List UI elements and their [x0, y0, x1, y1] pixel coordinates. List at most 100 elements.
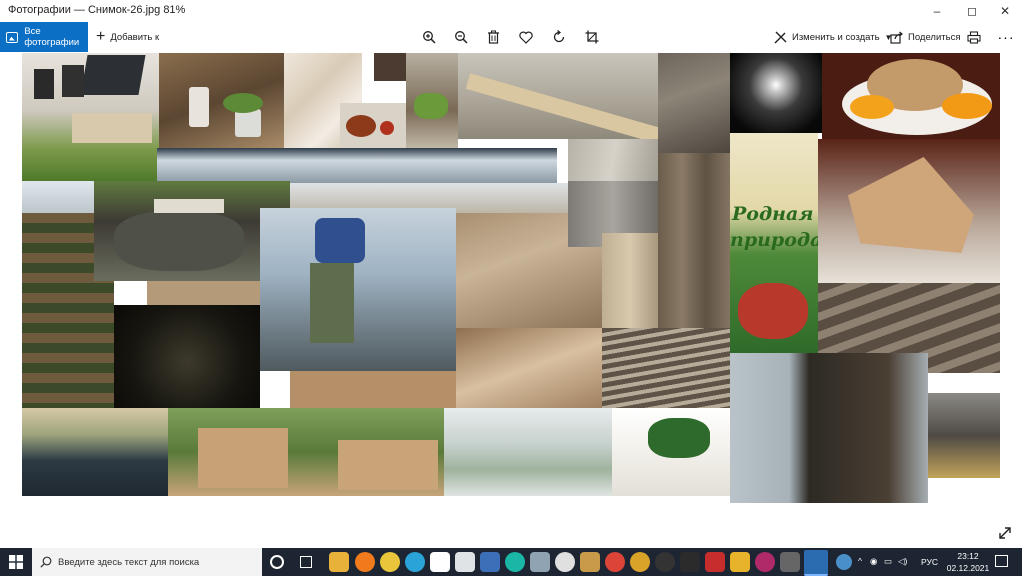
photo-roof-sheets	[568, 139, 658, 181]
photos-app-icon[interactable]	[804, 550, 828, 576]
app-icon-amber[interactable]	[580, 552, 600, 572]
all-photos-button[interactable]: Все фотографии	[0, 22, 88, 52]
more-button[interactable]: ···	[991, 22, 1021, 52]
app-icon-dark[interactable]	[655, 552, 675, 572]
photo-lumber-gravel	[458, 53, 658, 139]
print-button[interactable]	[959, 22, 989, 52]
photo-dark-strip	[374, 53, 406, 81]
all-photos-label: Все фотографии	[24, 26, 80, 48]
cucumbers	[648, 418, 710, 458]
add-to-button[interactable]: + Добавить к	[96, 22, 159, 52]
app-icon-purple[interactable]	[755, 552, 775, 572]
start-button[interactable]	[0, 548, 32, 576]
photo-dark-tunnel	[114, 305, 260, 408]
photos-icon	[6, 31, 19, 43]
more-icon: ···	[997, 29, 1015, 45]
image-app-icon[interactable]	[455, 552, 475, 572]
app-icon-gray-2[interactable]	[780, 552, 800, 572]
fullscreen-button[interactable]	[996, 524, 1014, 542]
close-button[interactable]: ✕	[988, 0, 1022, 22]
window-title: Фотографии — Снимок-26.jpg 81%	[8, 4, 186, 16]
photo-gravel-ground	[22, 181, 94, 217]
volume-icon[interactable]: ◁)	[898, 556, 907, 567]
toolbar: Все фотографии + Добавить к Изменить и с…	[0, 22, 1022, 52]
photo-seedling-boxes	[168, 408, 444, 496]
app-icon-gold[interactable]	[630, 552, 650, 572]
language-indicator[interactable]: РУС	[921, 557, 938, 567]
chrome-icon[interactable]	[380, 552, 400, 572]
photo-wall-beam	[157, 148, 557, 183]
document-app-icon[interactable]	[430, 552, 450, 572]
delete-button[interactable]	[478, 22, 508, 52]
seedling-leaves	[414, 93, 448, 119]
app-icon-light[interactable]	[555, 552, 575, 572]
zoom-in-button[interactable]	[414, 22, 444, 52]
file-explorer-icon[interactable]	[329, 552, 349, 572]
title-bar: Фотографии — Снимок-26.jpg 81% – ◻ ✕	[0, 0, 1022, 22]
crop-icon	[585, 30, 599, 44]
pot-shape-2	[235, 109, 261, 137]
search-icon	[40, 556, 52, 568]
photo-fence	[658, 153, 730, 353]
app-icon-black[interactable]	[680, 552, 700, 572]
speaker-left	[34, 69, 54, 99]
windows-icon	[9, 555, 23, 569]
photo-collage: Родная природа	[22, 53, 1000, 505]
clock-time[interactable]: 23:12	[950, 551, 986, 561]
photo-cake-slice	[818, 139, 1000, 283]
zoom-out-icon	[455, 31, 468, 44]
app-icon-gray[interactable]	[530, 552, 550, 572]
cake-slice	[848, 157, 974, 253]
brand-text-line2: природа	[730, 229, 818, 251]
photo-plants-pots	[159, 53, 284, 148]
tray-chevron-icon[interactable]: ^	[858, 556, 862, 566]
rotate-button[interactable]	[544, 22, 574, 52]
speaker-right	[62, 65, 84, 97]
cortana-icon[interactable]	[270, 555, 284, 569]
app-icon-yellow[interactable]	[730, 552, 750, 572]
photo-pond-tarp	[22, 408, 168, 496]
photo-seedlings	[406, 53, 458, 148]
task-view-icon[interactable]	[300, 556, 312, 568]
edge-icon[interactable]	[405, 552, 425, 572]
photo-fireworks	[730, 53, 822, 133]
delete-icon	[487, 30, 499, 44]
photo-wood-scraps	[658, 53, 730, 153]
taskbar-search-box[interactable]: Введите здесь текст для поиска	[32, 548, 262, 576]
tray-app-icon-2[interactable]: ◉	[870, 556, 877, 567]
crop-button[interactable]	[577, 22, 607, 52]
app-icon-orange[interactable]	[355, 552, 375, 572]
box-shape-2	[338, 440, 438, 490]
taskbar: Введите здесь текст для поиска ^ ◉ ▭ ◁) …	[0, 548, 1022, 576]
app-icon-red[interactable]	[705, 552, 725, 572]
share-button[interactable]: Поделиться	[890, 22, 960, 52]
tomato-bowl	[346, 115, 376, 137]
app-icon-blue[interactable]	[480, 552, 500, 572]
photo-sand-dirt	[290, 371, 456, 408]
network-icon[interactable]: ▭	[884, 556, 892, 567]
favorite-button[interactable]	[511, 22, 541, 52]
photo-cucumbers	[612, 408, 730, 496]
edit-create-button[interactable]: Изменить и создать ▼	[774, 22, 892, 52]
zoom-out-button[interactable]	[446, 22, 476, 52]
tomato	[380, 121, 394, 135]
tarp-shape	[114, 211, 244, 271]
edit-create-label: Изменить и создать	[792, 31, 880, 43]
table-shape	[72, 113, 152, 143]
photo-product-package: Родная природа	[730, 133, 818, 353]
photo-fridge	[444, 408, 612, 496]
photo-wood-pile	[602, 328, 730, 408]
zoom-in-icon	[423, 31, 436, 44]
photo-rocks	[456, 328, 602, 408]
notifications-icon[interactable]	[995, 555, 1008, 567]
photo-cake-oranges	[822, 53, 1000, 139]
minimize-button[interactable]: –	[920, 0, 954, 22]
tray-app-icon[interactable]	[836, 554, 852, 570]
share-icon	[890, 31, 903, 44]
edge-legacy-icon[interactable]	[505, 552, 525, 572]
search-placeholder: Введите здесь текст для поиска	[58, 556, 200, 568]
chrome-icon-2[interactable]	[605, 552, 625, 572]
plus-icon: +	[96, 28, 106, 45]
maximize-button[interactable]: ◻	[955, 0, 989, 22]
clock-date[interactable]: 02.12.2021	[946, 563, 990, 573]
